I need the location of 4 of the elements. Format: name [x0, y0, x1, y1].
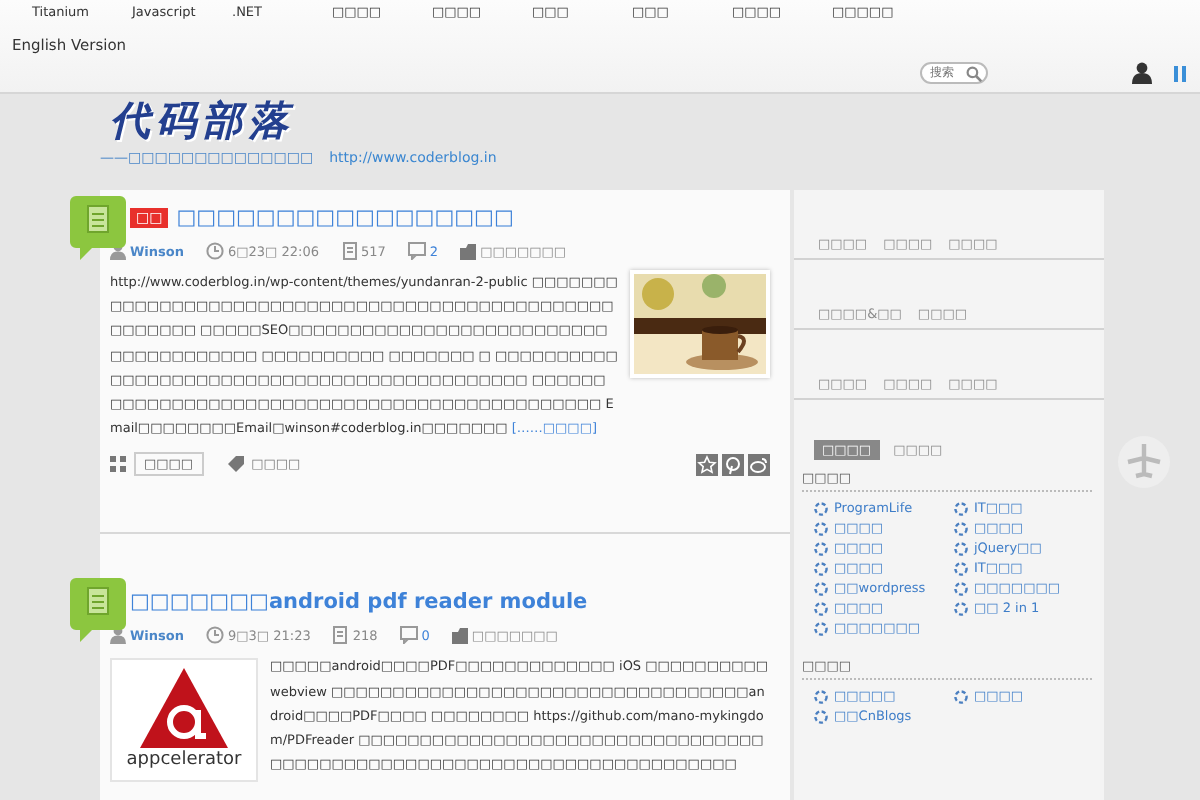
- logo-text: 代码部落: [110, 94, 294, 146]
- post-title[interactable]: □□□□□□□□□□□□□□□□□: [176, 206, 514, 230]
- logo-wordmark: appcelerator: [126, 748, 242, 773]
- post-title[interactable]: □□□□□□□android pdf reader module: [130, 590, 588, 615]
